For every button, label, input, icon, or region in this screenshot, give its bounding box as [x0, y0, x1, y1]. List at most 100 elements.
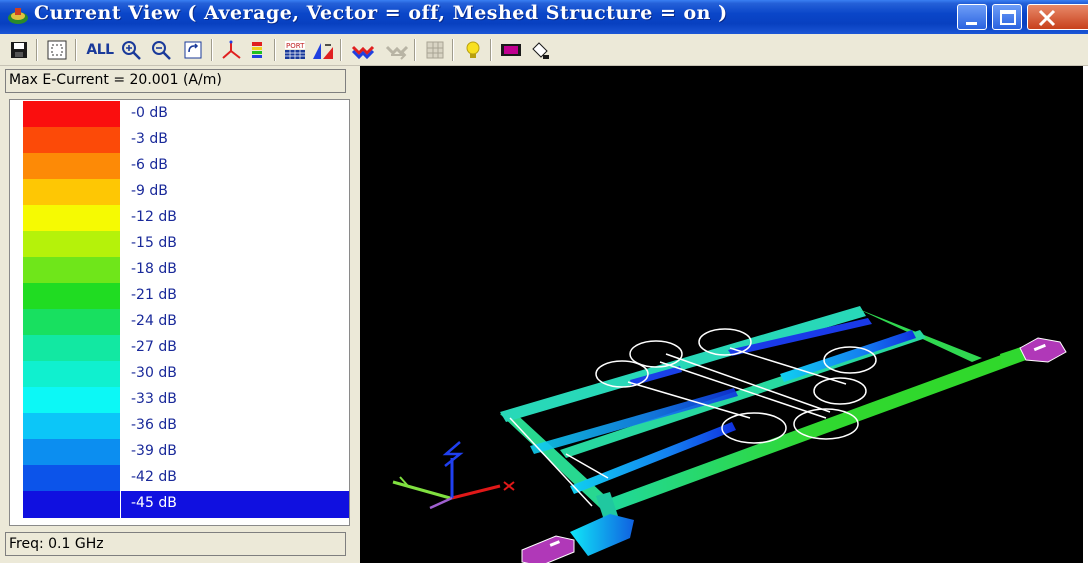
color-box-button[interactable] — [498, 37, 524, 63]
3d-viewport[interactable] — [360, 66, 1083, 563]
frequency-readout: Freq: 0.1 GHz — [5, 532, 346, 556]
current-plot[interactable] — [360, 66, 1083, 563]
legend-item[interactable]: -42 dB — [10, 465, 349, 491]
close-icon — [1038, 9, 1056, 27]
wave-disabled-button[interactable] — [384, 37, 410, 63]
app-icon — [6, 3, 30, 27]
toolbar-separator — [75, 39, 77, 61]
zoom-out-button[interactable] — [148, 37, 174, 63]
legend-swatch — [23, 257, 120, 283]
legend-swatch — [23, 309, 120, 335]
zoom-all-icon: ALL — [86, 42, 114, 58]
color-scale-button[interactable] — [244, 37, 270, 63]
title-bar[interactable]: Current View ( Average, Vector = off, Me… — [0, 0, 1088, 34]
port-button[interactable]: PORT — [282, 37, 308, 63]
save-icon — [11, 42, 27, 58]
legend-item[interactable]: -36 dB — [10, 413, 349, 439]
legend-label: -3 dB — [131, 131, 168, 147]
mesh-icon — [313, 43, 333, 59]
legend-item[interactable]: -9 dB — [10, 179, 349, 205]
refresh-view-icon — [184, 41, 202, 59]
legend-item[interactable]: -15 dB — [10, 231, 349, 257]
legend-swatch — [23, 205, 120, 231]
port-2-icon — [1019, 337, 1067, 363]
legend-item[interactable]: -3 dB — [10, 127, 349, 153]
legend-item[interactable]: -18 dB — [10, 257, 349, 283]
legend-swatch — [23, 361, 120, 387]
zoom-in-button[interactable] — [118, 37, 144, 63]
feed-block — [570, 514, 634, 556]
grid-disabled-button[interactable] — [422, 37, 448, 63]
legend-item[interactable]: -39 dB — [10, 439, 349, 465]
maximize-button[interactable] — [992, 4, 1022, 30]
legend-item[interactable]: -12 dB — [10, 205, 349, 231]
legend-label: -36 dB — [131, 417, 177, 433]
legend-item[interactable]: -24 dB — [10, 309, 349, 335]
toolbar-separator — [414, 39, 416, 61]
color-legend[interactable]: -0 dB -3 dB -6 dB -9 dB -12 dB -15 dB -18 dB -2… — [9, 99, 350, 526]
legend-swatch — [23, 101, 120, 127]
toolbar-separator — [274, 39, 276, 61]
legend-label: -42 dB — [131, 469, 177, 485]
legend-swatch — [23, 231, 120, 257]
legend-item[interactable]: -27 dB — [10, 335, 349, 361]
legend-swatch — [23, 127, 120, 153]
legend-swatch — [23, 387, 120, 413]
toolbar-separator — [490, 39, 492, 61]
legend-label: -18 dB — [131, 261, 177, 277]
color-scale-icon — [252, 42, 262, 58]
toolbar-separator — [36, 39, 38, 61]
wave-disabled-icon — [385, 45, 409, 60]
coordinate-axes — [392, 441, 515, 510]
current-view-window: Current View ( Average, Vector = off, Me… — [0, 0, 1088, 563]
legend-label: -30 dB — [131, 365, 177, 381]
legend-label: -6 dB — [131, 157, 168, 173]
legend-swatch — [23, 179, 120, 205]
zoom-out-icon — [152, 41, 171, 60]
lightbulb-button[interactable] — [460, 37, 486, 63]
legend-swatch — [23, 413, 120, 439]
legend-label: -9 dB — [131, 183, 168, 199]
close-button[interactable] — [1027, 4, 1088, 30]
legend-label: -12 dB — [131, 209, 177, 225]
port-icon: PORT — [285, 41, 305, 59]
wave-button[interactable] — [350, 37, 376, 63]
legend-item[interactable]: -0 dB — [10, 101, 349, 127]
legend-item[interactable]: -33 dB — [10, 387, 349, 413]
legend-label: -0 dB — [131, 105, 168, 121]
legend-label: -33 dB — [131, 391, 177, 407]
paint-bucket-button[interactable] — [528, 37, 554, 63]
legend-swatch — [23, 283, 120, 309]
toolbar: ALL PORT — [0, 34, 1088, 66]
fit-view-icon — [47, 40, 67, 60]
minimize-button[interactable] — [957, 4, 987, 30]
legend-swatch — [23, 491, 120, 518]
max-current-readout: Max E-Current = 20.001 (A/m) — [5, 69, 346, 93]
port-1-icon — [521, 535, 575, 563]
grid-disabled-icon — [426, 41, 444, 59]
legend-item[interactable]: -45 dB — [10, 491, 349, 518]
legend-item[interactable]: -30 dB — [10, 361, 349, 387]
legend-label: -27 dB — [131, 339, 177, 355]
minimize-icon — [966, 22, 977, 25]
save-button[interactable] — [6, 37, 32, 63]
window-right-edge — [1083, 66, 1088, 563]
legend-swatch — [23, 465, 120, 491]
maximize-icon — [1000, 10, 1016, 25]
legend-label: -24 dB — [131, 313, 177, 329]
legend-panel: Max E-Current = 20.001 (A/m) -0 dB -3 dB -… — [0, 66, 360, 563]
mesh-button[interactable] — [310, 37, 336, 63]
legend-label: -21 dB — [131, 287, 177, 303]
color-box-icon — [501, 44, 521, 56]
fit-view-button[interactable] — [44, 37, 70, 63]
refresh-view-button[interactable] — [180, 37, 206, 63]
paint-bucket-icon — [532, 42, 549, 59]
legend-item[interactable]: -6 dB — [10, 153, 349, 179]
zoom-all-button[interactable]: ALL — [82, 37, 118, 63]
legend-label: -15 dB — [131, 235, 177, 251]
legend-item[interactable]: -21 dB — [10, 283, 349, 309]
legend-swatch — [23, 439, 120, 465]
legend-swatch — [23, 153, 120, 179]
zoom-in-icon — [122, 41, 141, 60]
axis-button[interactable] — [218, 37, 244, 63]
